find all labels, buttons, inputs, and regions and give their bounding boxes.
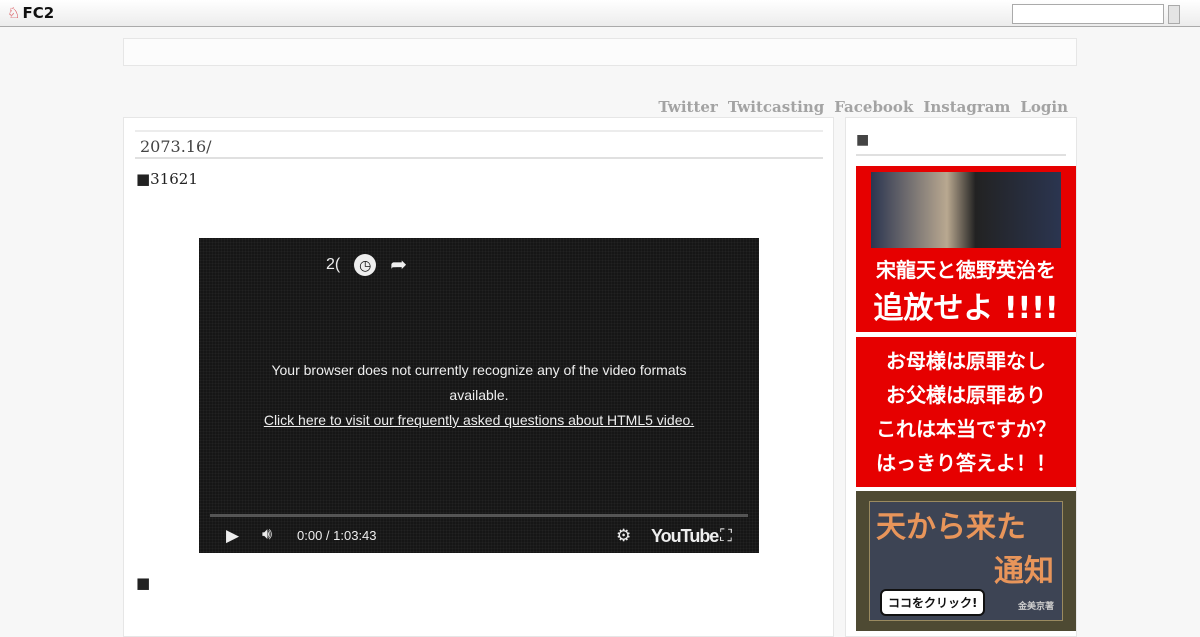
nav-instagram[interactable]: Instagram: [923, 98, 1010, 116]
faq-link[interactable]: Click here to visit our frequently asked…: [199, 408, 759, 433]
nav-login[interactable]: Login: [1020, 98, 1068, 116]
ad-text: これは本当ですか？: [876, 417, 1056, 441]
entry-text: ■31621: [136, 170, 198, 188]
share-icon[interactable]: ➦: [390, 252, 407, 277]
error-text: Your browser does not currently recogniz…: [271, 362, 687, 403]
fc2-logo[interactable]: ♘ FC2: [7, 4, 54, 22]
book-author: 金美京著: [1017, 602, 1054, 612]
settings-icon[interactable]: ⚙: [616, 526, 631, 546]
video-title: 2(: [326, 255, 341, 273]
youtube-embed[interactable]: 2( ◷ ➦ Your browser does not currently r…: [199, 238, 759, 553]
fc2-logo-icon: ♘: [7, 4, 21, 22]
ad-banner-question[interactable]: お母様は原罪なし お父様は原罪あり これは本当ですか？ はっきり答えよ！！: [856, 337, 1076, 487]
sidebar: ■ 宋龍天と徳野英治を 追放せよ !!!! お母様は原罪なし お父様は原罪あり …: [845, 117, 1077, 637]
progress-bar[interactable]: [210, 514, 748, 517]
search-button[interactable]: [1168, 5, 1180, 24]
logo-text: FC2: [22, 4, 55, 22]
ad-text: 宋龍天と徳野英治を: [876, 257, 1056, 282]
book-title: 通知: [994, 554, 1054, 589]
entry-text: ■: [136, 574, 151, 592]
fc2-header-bar: ♘ FC2: [0, 0, 1200, 27]
nav-facebook[interactable]: Facebook: [834, 98, 913, 116]
video-controls: ▶ 🔊︎ 0:00 / 1:03:43 ⚙ YouTube ⛶: [199, 524, 759, 548]
ad-text: お父様は原罪あり: [886, 383, 1046, 407]
sidebar-title: ■: [856, 132, 1066, 156]
watch-later-icon[interactable]: ◷: [354, 253, 377, 276]
click-here-button[interactable]: ココをクリック!: [880, 589, 986, 616]
blog-header-banner: [123, 38, 1077, 66]
entry-panel: 2073.16/ ■31621 2( ◷ ➦ Your browser does…: [123, 117, 834, 637]
video-error-message: Your browser does not currently recogniz…: [199, 358, 759, 433]
play-icon[interactable]: ▶: [226, 526, 239, 546]
ad-text: お母様は原罪なし: [886, 349, 1046, 373]
ad-banner-book[interactable]: 天から来た 通知 ココをクリック! 金美京著: [856, 491, 1076, 631]
ad-text: はっきり答えよ！！: [876, 451, 1056, 475]
book-cover: 天から来た 通知 ココをクリック! 金美京著: [869, 501, 1063, 621]
ad-text: 追放せよ !!!!: [873, 290, 1059, 326]
entry-title[interactable]: 2073.16/: [135, 130, 823, 159]
nav-twitter[interactable]: Twitter: [658, 98, 717, 116]
ad-photo: [871, 171, 1061, 248]
book-title: 天から来た: [876, 510, 1026, 545]
nav-twitcasting[interactable]: Twitcasting: [728, 98, 824, 116]
volume-icon[interactable]: 🔊︎: [262, 526, 272, 544]
fullscreen-icon[interactable]: ⛶: [720, 526, 732, 546]
time-display: 0:00 / 1:03:43: [297, 528, 377, 543]
ad-banner-expel[interactable]: 宋龍天と徳野英治を 追放せよ !!!!: [856, 166, 1076, 332]
video-top-bar: 2( ◷ ➦: [326, 252, 407, 277]
top-nav: Twitter Twitcasting Facebook Instagram L…: [658, 98, 1068, 116]
youtube-logo[interactable]: YouTube: [651, 526, 719, 547]
search-input[interactable]: [1012, 4, 1164, 24]
